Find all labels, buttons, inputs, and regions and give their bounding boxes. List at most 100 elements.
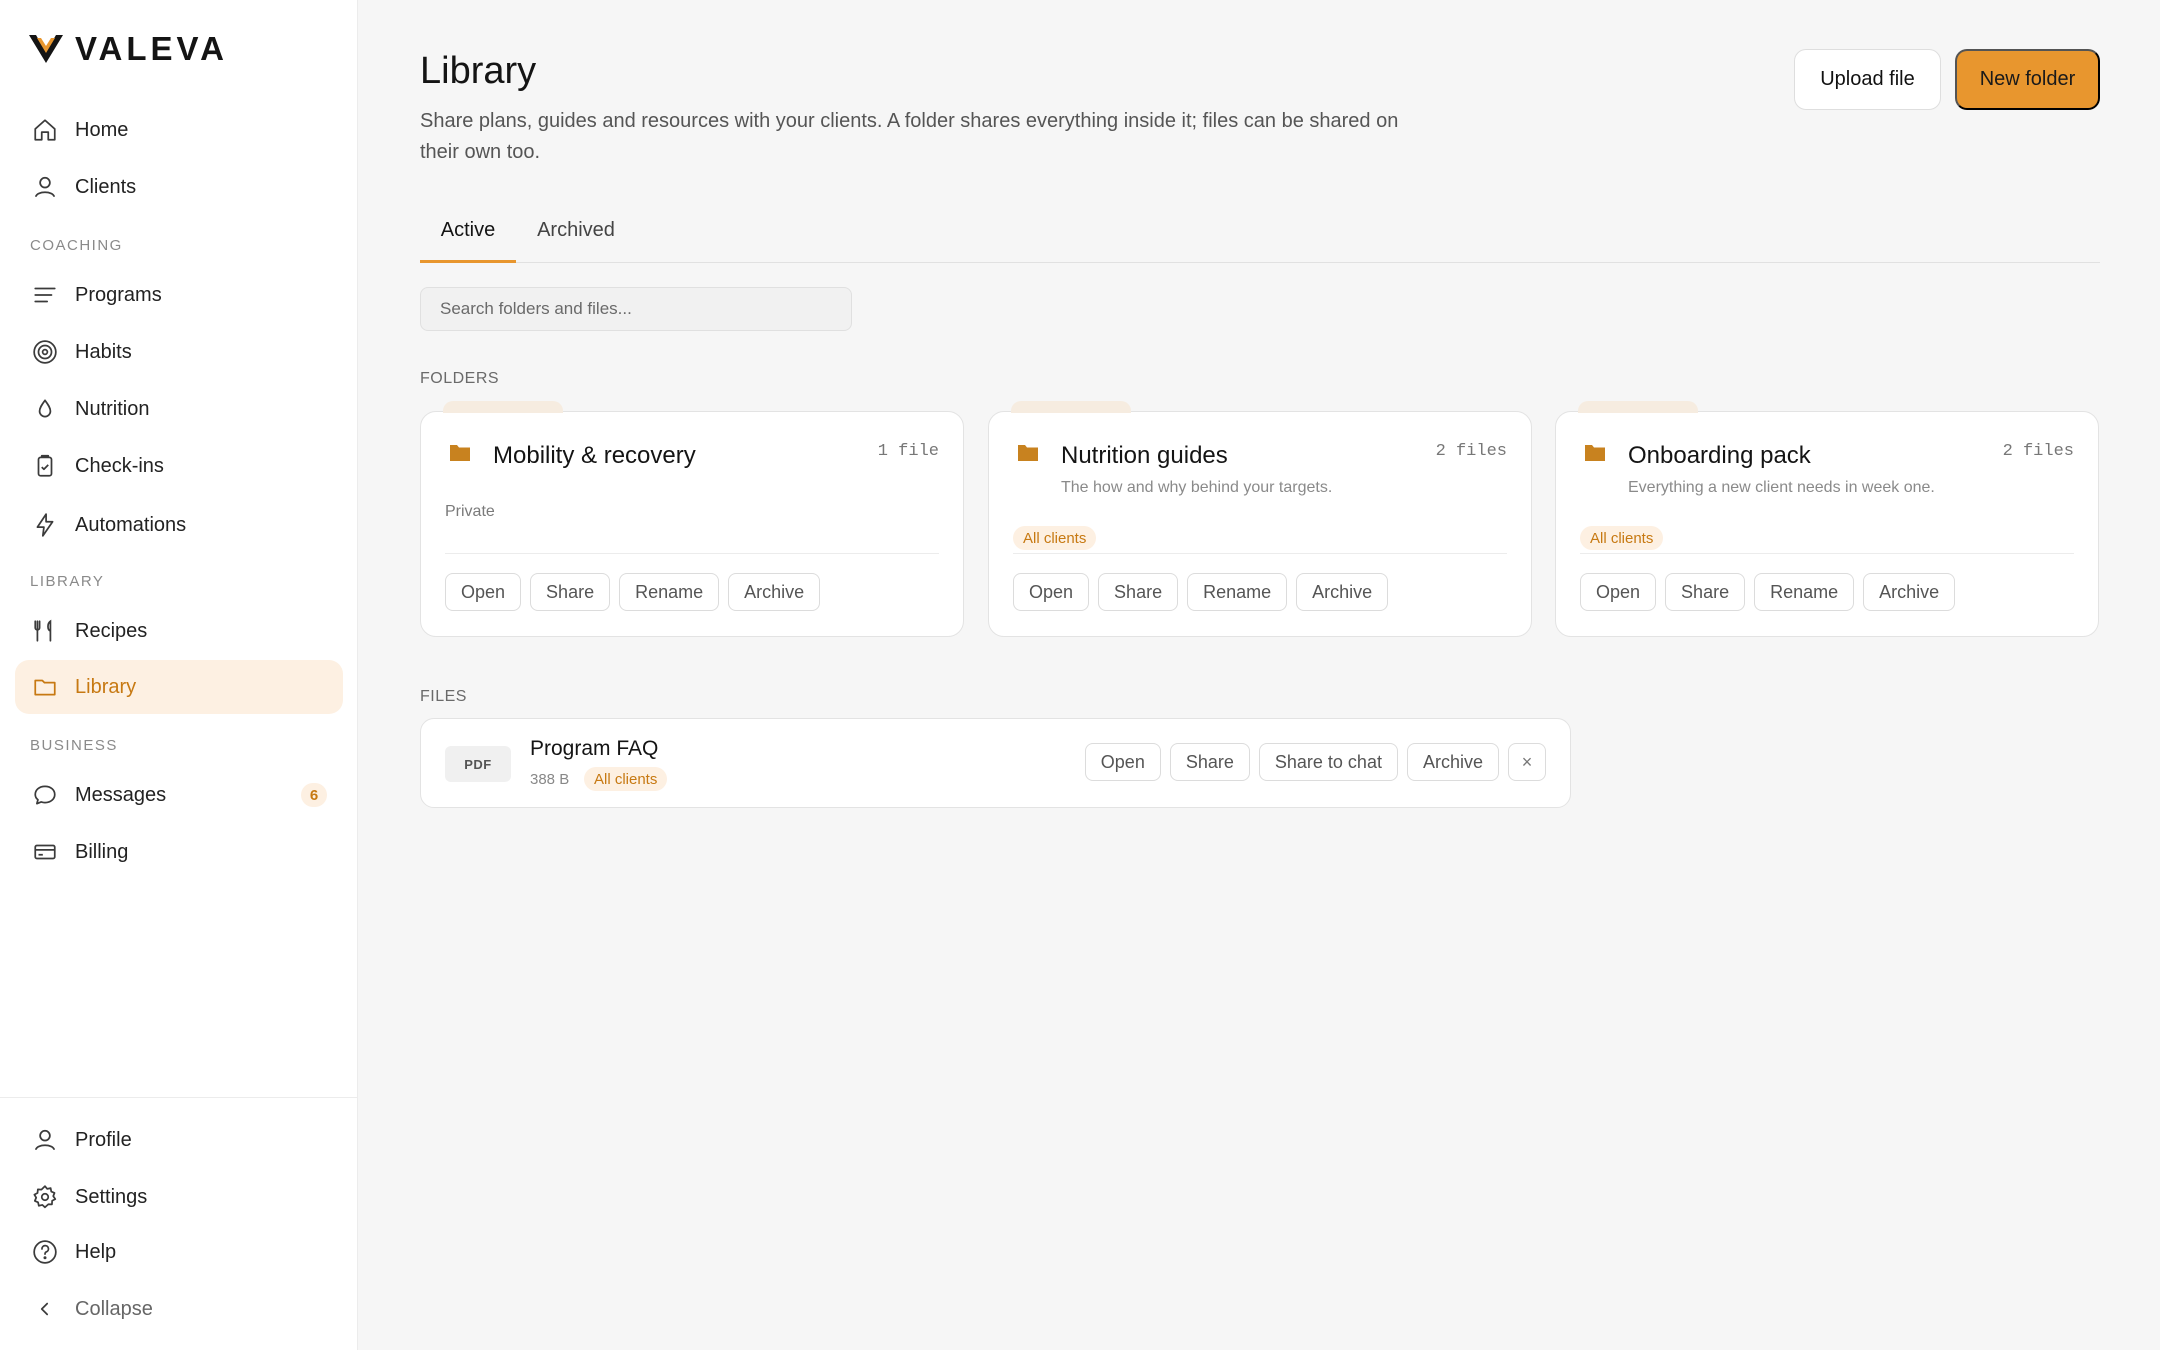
sidebar-item-profile[interactable]: Profile: [15, 1113, 343, 1167]
unread-count-badge: 6: [301, 783, 327, 807]
home-icon: [31, 116, 59, 144]
new-folder-button[interactable]: New folder: [1955, 49, 2100, 110]
folder-file-count: 2 files: [1435, 442, 1507, 461]
section-label-business: BUSINESS: [30, 737, 118, 754]
card-divider: [1013, 553, 1507, 554]
sidebar-item-label: Clients: [75, 175, 137, 198]
sidebar-item-recipes[interactable]: Recipes: [15, 604, 343, 658]
close-icon[interactable]: ×: [1508, 743, 1546, 781]
file-row[interactable]: PDF Program FAQ 388 B All clients Open S…: [420, 718, 1571, 808]
help-circle-icon: [31, 1238, 59, 1266]
archive-button[interactable]: Archive: [1863, 573, 1956, 611]
archive-button[interactable]: Archive: [1296, 573, 1389, 611]
folder-card[interactable]: Mobility & recovery 1 file Private Open …: [420, 401, 964, 637]
sidebar-item-billing[interactable]: Billing: [15, 825, 343, 879]
folder-actions: Open Share Rename Archive: [1013, 573, 1389, 611]
open-button[interactable]: Open: [1013, 573, 1090, 611]
open-button[interactable]: Open: [1084, 743, 1161, 781]
file-size: 388 B: [530, 771, 570, 788]
sidebar-item-nutrition[interactable]: Nutrition: [15, 382, 343, 436]
folder-file-count: 2 files: [2002, 442, 2074, 461]
sidebar-item-settings[interactable]: Settings: [15, 1170, 343, 1224]
folder-name: Mobility & recovery: [493, 442, 696, 469]
valeva-logo-icon: [29, 35, 63, 63]
clipboard-check-icon: [31, 452, 59, 480]
sidebar-item-clients[interactable]: Clients: [15, 160, 343, 214]
sidebar-item-label: Help: [75, 1240, 117, 1263]
page-title: Library: [420, 50, 537, 92]
sidebar-item-label: Collapse: [75, 1297, 153, 1320]
rename-button[interactable]: Rename: [619, 573, 720, 611]
share-button[interactable]: Share: [1169, 743, 1250, 781]
gear-icon: [31, 1183, 59, 1211]
app-name: VALEVA: [75, 30, 228, 67]
visibility-badge: All clients: [584, 767, 668, 791]
sidebar-item-label: Automations: [75, 513, 187, 536]
app-logo[interactable]: VALEVA: [27, 30, 228, 68]
sidebar-item-label: Programs: [75, 283, 162, 306]
sidebar-item-automations[interactable]: Automations: [15, 498, 343, 552]
folder-file-count: 1 file: [877, 442, 939, 461]
share-button[interactable]: Share: [1098, 573, 1179, 611]
share-to-chat-button[interactable]: Share to chat: [1258, 743, 1398, 781]
pdf-file-icon: PDF: [445, 746, 511, 782]
search-input[interactable]: [420, 287, 852, 331]
sidebar-item-label: Settings: [75, 1185, 148, 1208]
folder-actions: Open Share Rename Archive: [1580, 573, 1956, 611]
sidebar-item-label: Check-ins: [75, 454, 164, 477]
card-divider: [445, 553, 939, 554]
folder-description: The how and why behind your targets.: [1061, 479, 1333, 496]
file-actions: Open Share Share to chat Archive ×: [1084, 743, 1546, 781]
rename-button[interactable]: Rename: [1754, 573, 1855, 611]
folder-visibility: Private: [445, 503, 495, 520]
share-button[interactable]: Share: [530, 573, 611, 611]
sidebar-item-label: Profile: [75, 1128, 132, 1151]
sidebar-item-messages[interactable]: Messages 6: [15, 768, 343, 822]
folder-tab-decoration: [443, 401, 563, 413]
folder-description: Everything a new client needs in week on…: [1628, 479, 1935, 496]
user-icon: [31, 173, 59, 201]
folders-heading: FOLDERS: [420, 370, 500, 387]
folder-tab-decoration: [1578, 401, 1698, 413]
page-subtitle: Share plans, guides and resources with y…: [420, 110, 1399, 163]
archive-button[interactable]: Archive: [1406, 743, 1499, 781]
sidebar-item-habits[interactable]: Habits: [15, 325, 343, 379]
sidebar-item-check-ins[interactable]: Check-ins: [15, 439, 343, 493]
open-button[interactable]: Open: [445, 573, 522, 611]
sidebar-item-programs[interactable]: Programs: [15, 268, 343, 322]
sidebar-item-home[interactable]: Home: [15, 103, 343, 157]
card-divider: [1580, 553, 2074, 554]
sidebar-item-label: Recipes: [75, 619, 148, 642]
section-label-coaching: COACHING: [30, 237, 123, 254]
rename-button[interactable]: Rename: [1187, 573, 1288, 611]
bolt-icon: [31, 511, 59, 539]
folder-actions: Open Share Rename Archive: [445, 573, 821, 611]
list-icon: [31, 281, 59, 309]
archive-button[interactable]: Archive: [728, 573, 821, 611]
folder-name: Onboarding pack: [1628, 442, 1811, 469]
sidebar-item-label: Habits: [75, 340, 132, 363]
sidebar-divider: [0, 1097, 358, 1098]
open-button[interactable]: Open: [1580, 573, 1657, 611]
folder-icon: [450, 445, 470, 461]
upload-file-button[interactable]: Upload file: [1794, 49, 1941, 110]
user-icon: [31, 1126, 59, 1154]
visibility-badge: All clients: [1013, 526, 1097, 550]
sidebar-item-label: Home: [75, 118, 129, 141]
files-heading: FILES: [420, 688, 467, 705]
sidebar-item-library[interactable]: Library: [15, 660, 343, 714]
share-button[interactable]: Share: [1665, 573, 1746, 611]
folder-card[interactable]: Onboarding pack 2 files Everything a new…: [1555, 401, 2099, 637]
folder-tab-decoration: [1011, 401, 1131, 413]
sidebar-item-help[interactable]: Help: [15, 1225, 343, 1279]
sidebar-collapse-button[interactable]: Collapse: [15, 1282, 343, 1336]
sidebar-item-label: Billing: [75, 840, 129, 863]
sidebar-item-label: Messages: [75, 783, 167, 806]
folder-icon: [1018, 445, 1038, 461]
tab-active[interactable]: Active: [420, 219, 516, 263]
chat-icon: [31, 781, 59, 809]
utensils-icon: [31, 617, 59, 645]
droplet-icon: [31, 395, 59, 423]
tab-archived[interactable]: Archived: [528, 219, 624, 263]
folder-card[interactable]: Nutrition guides 2 files The how and why…: [988, 401, 1532, 637]
